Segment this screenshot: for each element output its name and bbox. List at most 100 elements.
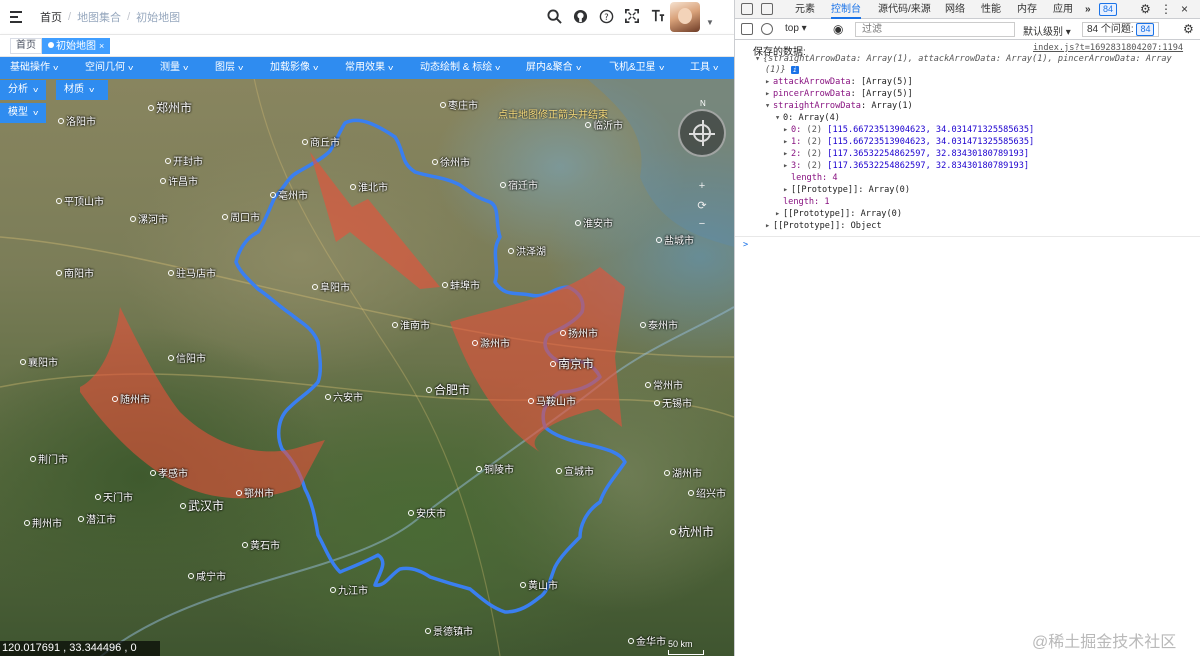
toolbar-basic-ops-label: 基础操作 — [10, 62, 50, 73]
tab-console[interactable]: 控制台 — [831, 0, 861, 19]
log-object-summary[interactable]: ▾ {straightArrowData: Array(1), attackArr… — [755, 54, 1172, 64]
prototype-row[interactable]: ▸ [[Prototype]]: Object — [765, 221, 882, 231]
city-label: 潜江市 — [78, 511, 116, 526]
context-selector[interactable]: top ▾ — [785, 23, 807, 34]
more-tabs-icon[interactable]: » — [1085, 0, 1091, 19]
sidebar-toggle-icon[interactable] — [741, 23, 753, 35]
city-label: 郑州市 — [148, 99, 192, 116]
straight-key: straightArrowData — [773, 101, 861, 111]
toolbar-spatial-geometry[interactable]: 空间几何 v — [85, 57, 133, 79]
toolbar-dynamic-draw[interactable]: 动态绘制 & 标绘 v — [420, 57, 500, 79]
chevron-down-icon: v — [388, 65, 394, 72]
inspect-icon[interactable] — [741, 3, 753, 15]
city-label: 景德镇市 — [425, 623, 473, 638]
breadcrumb-map-collection[interactable]: 地图集合 — [77, 9, 121, 25]
toolbar-common-effects-label: 常用效果 — [345, 62, 385, 73]
kebab-menu-icon[interactable]: ⋮ — [1160, 0, 1172, 19]
issues-button[interactable]: 84 个问题: 84 — [1082, 22, 1160, 37]
toolbar-load-imagery-label: 加载影像 — [270, 62, 310, 73]
city-label: 安庆市 — [408, 505, 446, 520]
toolbar-load-imagery[interactable]: 加载影像 v — [270, 57, 318, 79]
toolbar-model[interactable]: 模型 v — [0, 103, 46, 123]
toolbar-layers-label: 图层 — [215, 62, 235, 73]
chevron-down-icon: v — [33, 87, 39, 94]
tag-home[interactable]: 首页 — [10, 38, 42, 54]
log-row-attack[interactable]: ▸ attackArrowData: [Array(5)] — [765, 77, 913, 87]
toolbar-common-effects[interactable]: 常用效果 v — [345, 57, 393, 79]
search-icon[interactable] — [546, 8, 562, 24]
hamburger-icon[interactable] — [10, 11, 26, 23]
eye-icon[interactable]: ◉ — [833, 20, 843, 39]
expand-triangle-icon: ▸ — [765, 89, 771, 99]
close-icon[interactable]: × — [99, 41, 104, 51]
city-label: 襄阳市 — [20, 354, 58, 369]
clear-console-icon[interactable] — [761, 23, 773, 35]
attack-value: [Array(5)] — [860, 77, 913, 87]
point-row[interactable]: ▸ 0: (2) [115.66723513904623, 34.03147132… — [783, 125, 1034, 135]
scale-bar: 50 km — [668, 639, 704, 655]
chevron-down-icon: v — [313, 65, 319, 72]
tab-application[interactable]: 应用 — [1053, 0, 1073, 19]
chevron-down-icon: v — [658, 65, 664, 72]
city-label: 宣城市 — [556, 463, 594, 478]
caret-down-icon[interactable]: ▼ — [706, 18, 714, 27]
expand-triangle-icon: ▸ — [783, 125, 789, 135]
zoom-reset-button[interactable]: ⟳ — [694, 199, 710, 213]
zoom-out-button[interactable]: − — [694, 217, 710, 231]
close-devtools-icon[interactable]: × — [1181, 0, 1188, 19]
console-filter-input[interactable]: 过滤 — [855, 22, 1015, 37]
toolbar-screen-cluster[interactable]: 屏内&聚合 v — [526, 57, 581, 79]
point-value: [115.66723513904623, 34.031471325585635] — [827, 125, 1035, 135]
toolbar-measure[interactable]: 测量 v — [160, 57, 188, 79]
toolbar-material[interactable]: 材质 v — [56, 80, 108, 100]
message-count-badge[interactable]: 84 — [1099, 3, 1118, 16]
prototype-row[interactable]: ▸ [[Prototype]]: Array(0) — [783, 185, 910, 195]
device-toggle-icon[interactable] — [761, 3, 773, 15]
tab-memory[interactable]: 内存 — [1017, 0, 1037, 19]
font-size-icon[interactable] — [650, 8, 666, 24]
road-line — [249, 57, 501, 656]
user-avatar[interactable] — [670, 2, 700, 32]
toolbar-basic-ops[interactable]: 基础操作 v — [10, 57, 58, 79]
log-level-select[interactable]: 默认级别 ▾ — [1023, 23, 1071, 38]
log-row-pincer[interactable]: ▸ pincerArrowData: [Array(5)] — [765, 89, 913, 99]
prototype-text: [[Prototype]]: Array(0) — [791, 185, 910, 195]
toolbar-analysis[interactable]: 分析 v — [0, 80, 46, 100]
point-row[interactable]: ▸ 2: (2) [117.36532254862597, 32.83430180… — [783, 149, 1029, 159]
point-index: 1: — [791, 137, 802, 147]
github-icon[interactable] — [572, 8, 588, 24]
tag-initial-map[interactable]: 初始地图 × — [42, 38, 111, 54]
fullscreen-icon[interactable] — [624, 8, 640, 24]
help-icon[interactable]: ? — [598, 8, 614, 24]
zoom-in-button[interactable]: + — [694, 179, 710, 193]
point-length: (2) — [806, 137, 823, 147]
tab-network[interactable]: 网络 — [945, 0, 965, 19]
toolbar-plane-satellite[interactable]: 飞机&卫星 v — [609, 57, 664, 79]
gear-icon[interactable]: ⚙ — [1140, 0, 1151, 19]
map-viewer[interactable]: 基础操作 v 空间几何 v 测量 v 图层 v 加载影像 v 常用效果 v 动态绘制 & 标… — [0, 57, 734, 656]
city-label: 周口市 — [222, 209, 260, 224]
point-row[interactable]: ▸ 1: (2) [115.66723513904623, 34.03147132… — [783, 137, 1034, 147]
city-label: 驻马店市 — [168, 265, 216, 280]
toolbar-tools[interactable]: 工具 v — [690, 57, 718, 79]
city-label: 天门市 — [95, 489, 133, 504]
tab-sources[interactable]: 源代码/来源 — [878, 0, 931, 19]
compass-widget[interactable]: N — [678, 99, 726, 157]
console-prompt[interactable]: > — [743, 240, 748, 250]
console-settings-gear-icon[interactable]: ⚙ — [1183, 20, 1194, 39]
log-source-link[interactable]: index.js?t=1692831804207:1194 — [1033, 43, 1183, 53]
toolbar-material-label: 材质 — [64, 84, 84, 95]
tags-view: 首页 初始地图 × — [0, 34, 734, 57]
point-row[interactable]: ▸ 3: (2) [117.36532254862597, 32.83430180… — [783, 161, 1029, 171]
log-row-straight[interactable]: ▾ straightArrowData: Array(1) — [765, 101, 913, 111]
toolbar-tools-label: 工具 — [690, 62, 710, 73]
log-row-0[interactable]: ▾ 0: Array(4) — [775, 113, 840, 123]
city-label: 信阳市 — [168, 350, 206, 365]
tab-elements[interactable]: 元素 — [795, 0, 815, 19]
toolbar-layers[interactable]: 图层 v — [215, 57, 243, 79]
tab-performance[interactable]: 性能 — [981, 0, 1001, 19]
city-label: 商丘市 — [302, 134, 340, 149]
breadcrumb-home[interactable]: 首页 — [40, 9, 62, 25]
city-label: 黄石市 — [242, 537, 280, 552]
prototype-row[interactable]: ▸ [[Prototype]]: Array(0) — [775, 209, 902, 219]
